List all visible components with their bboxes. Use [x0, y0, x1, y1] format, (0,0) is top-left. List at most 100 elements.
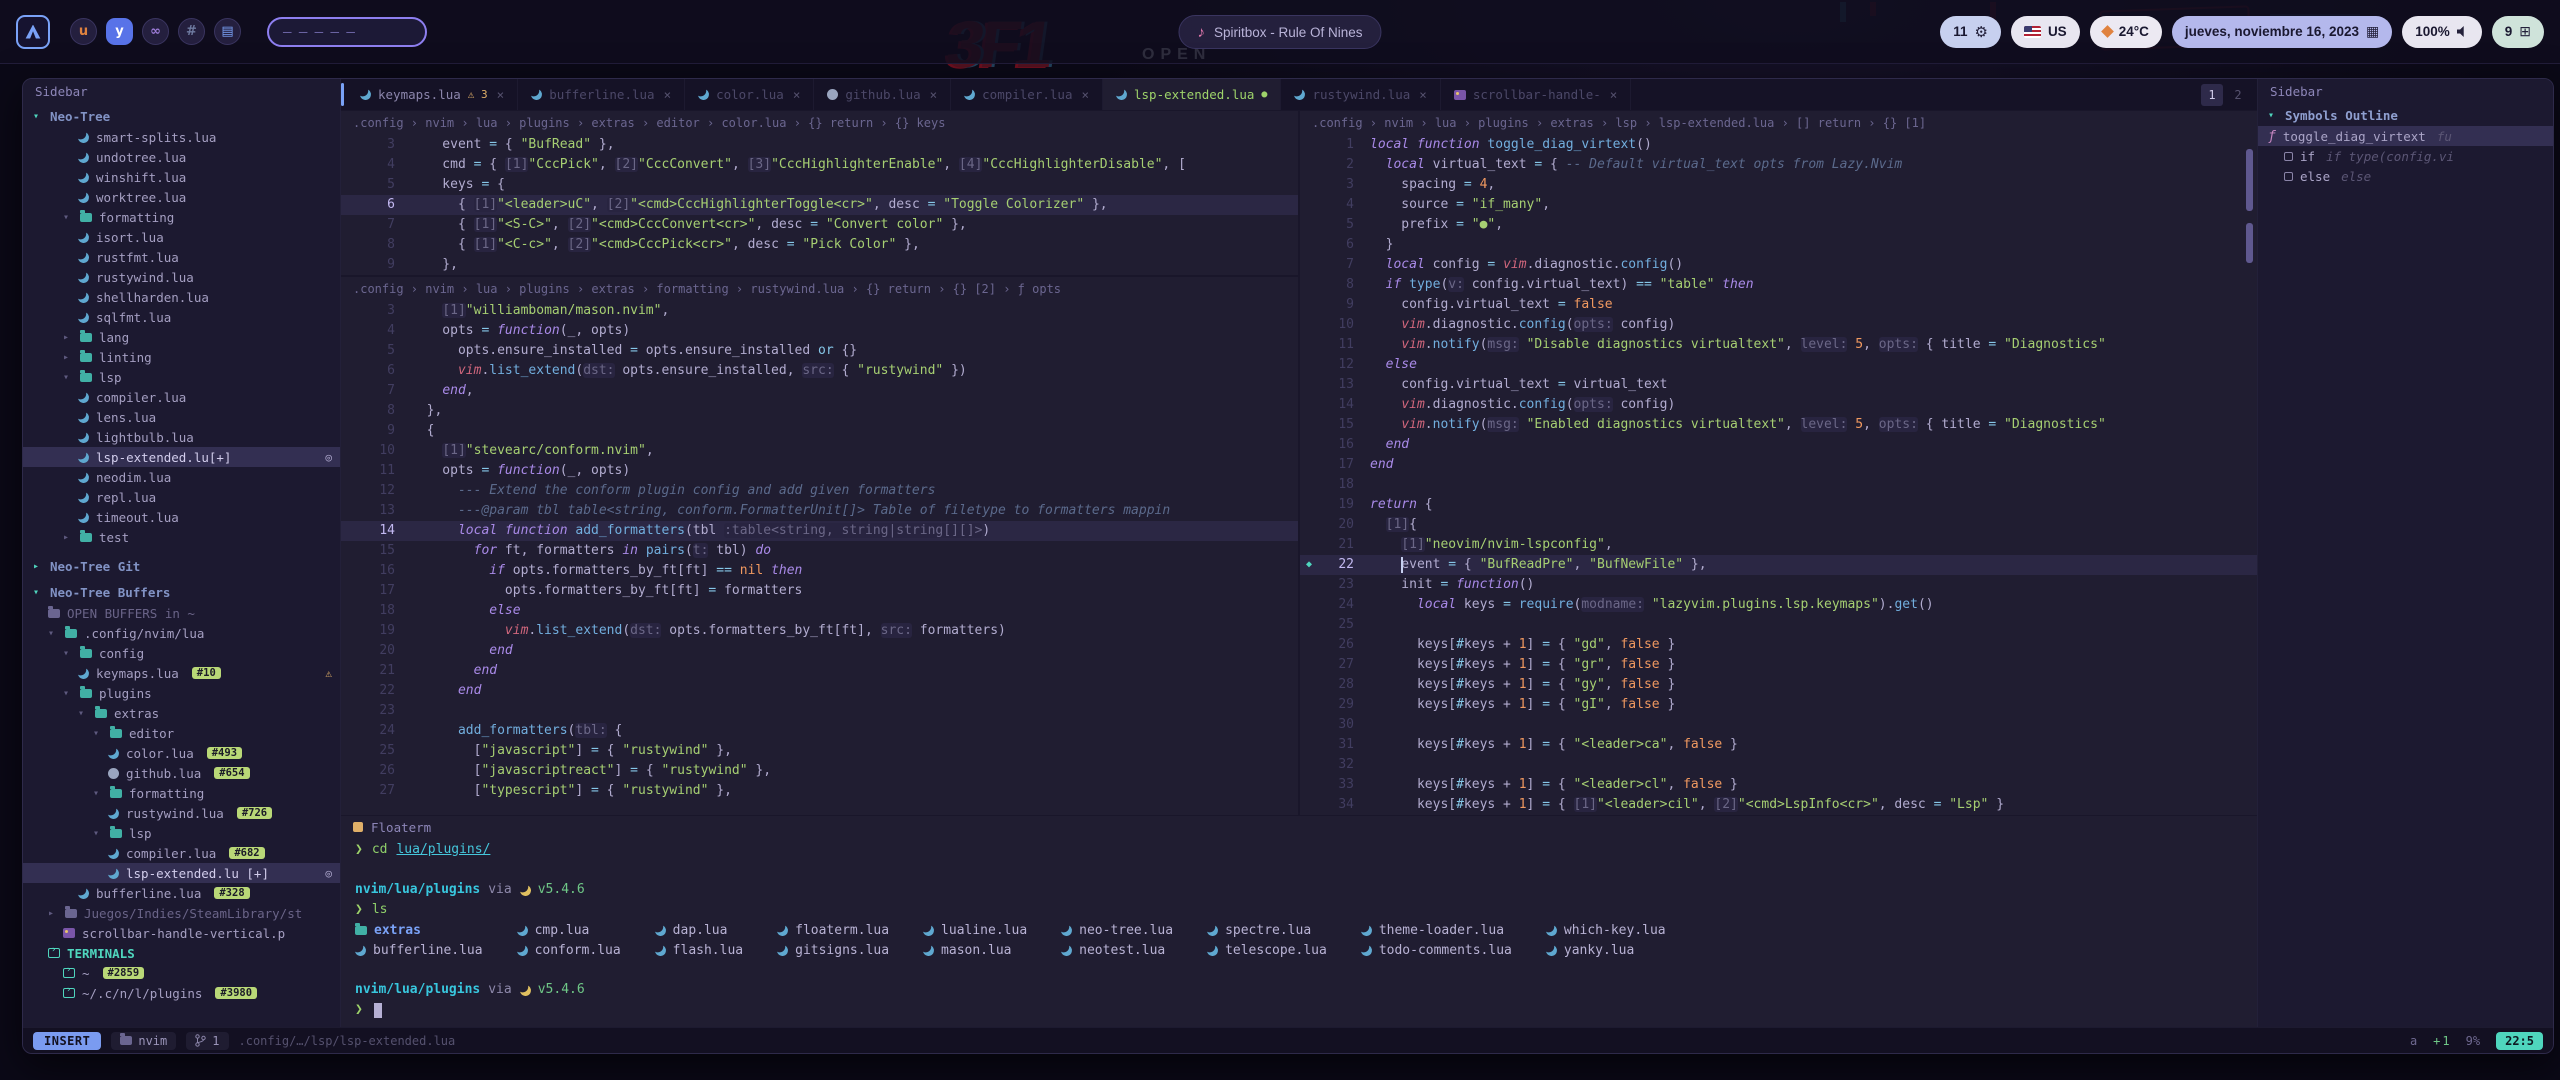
- tree-item[interactable]: TERMINALS: [23, 943, 340, 963]
- code-line[interactable]: 7 local config = vim.diagnostic.config(): [1300, 255, 2257, 275]
- code-line[interactable]: 3 spacing = 4,: [1300, 175, 2257, 195]
- code-line[interactable]: 31 keys[#keys + 1] = { "<leader>ca", fal…: [1300, 735, 2257, 755]
- code-line[interactable]: 10 [1]"stevearc/conform.nvim",: [341, 441, 1298, 461]
- code-line[interactable]: 9 {: [341, 421, 1298, 441]
- code-line[interactable]: 4 opts = function(_, opts): [341, 321, 1298, 341]
- code-line[interactable]: 13 ---@param tbl table<string, conform.F…: [341, 501, 1298, 521]
- code-line[interactable]: 28 keys[#keys + 1] = { "gy", false }: [1300, 675, 2257, 695]
- code-line[interactable]: 19 vim.list_extend(dst: opts.formatters_…: [341, 621, 1298, 641]
- code-line[interactable]: 34 keys[#keys + 1] = { [1]"<leader>cil",…: [1300, 795, 2257, 815]
- code-line[interactable]: 24 add_formatters(tbl: {: [341, 721, 1298, 741]
- tree-item[interactable]: github.lua#654: [23, 763, 340, 783]
- buffer-tab[interactable]: github.lua×: [814, 79, 951, 110]
- code-line[interactable]: 7 { [1]"<S-C>", [2]"<cmd>CccConvert<cr>"…: [341, 215, 1298, 235]
- code-line[interactable]: 16 if opts.formatters_by_ft[ft] == nil t…: [341, 561, 1298, 581]
- tree-item[interactable]: ~/.c/n/l/plugins#3980: [23, 983, 340, 1003]
- code-line[interactable]: 5 keys = {: [341, 175, 1298, 195]
- code-line[interactable]: 33 keys[#keys + 1] = { "<leader>cl", fal…: [1300, 775, 2257, 795]
- tree-item[interactable]: timeout.lua: [23, 507, 340, 527]
- updates-widget[interactable]: 11 ⚙: [1940, 16, 2001, 48]
- code-line[interactable]: 18: [1300, 475, 2257, 495]
- code-line[interactable]: ◆22 event = { "BufReadPre", "BufNewFile"…: [1300, 555, 2257, 575]
- code-line[interactable]: 20 [1]{: [1300, 515, 2257, 535]
- date-widget[interactable]: jueves, noviembre 16, 2023 ▦: [2172, 16, 2392, 48]
- tree-item[interactable]: winshift.lua: [23, 167, 340, 187]
- tree-item[interactable]: ▾config: [23, 643, 340, 663]
- tree-item[interactable]: smart-splits.lua: [23, 127, 340, 147]
- code-line[interactable]: 19return {: [1300, 495, 2257, 515]
- close-icon[interactable]: ×: [1610, 87, 1618, 102]
- code-line[interactable]: 5 prefix = "●",: [1300, 215, 2257, 235]
- volume-widget[interactable]: 100%: [2402, 16, 2482, 48]
- code-line[interactable]: 20 end: [341, 641, 1298, 661]
- code-line[interactable]: 18 else: [341, 601, 1298, 621]
- tree-item[interactable]: worktree.lua: [23, 187, 340, 207]
- outline-symbol[interactable]: ƒtoggle_diag_virtextfu: [2258, 126, 2553, 146]
- tree-item[interactable]: ▸lang: [23, 327, 340, 347]
- neotree-git-header[interactable]: ▸ Neo-Tree Git: [23, 555, 340, 577]
- tree-item[interactable]: ~#2859: [23, 963, 340, 983]
- code-line[interactable]: 7 end,: [341, 381, 1298, 401]
- tab-page-button[interactable]: 2: [2227, 84, 2249, 106]
- tree-item[interactable]: ▾extras: [23, 703, 340, 723]
- tree-item[interactable]: ▸linting: [23, 347, 340, 367]
- code-line[interactable]: 25 ["javascript"] = { "rustywind" },: [341, 741, 1298, 761]
- tree-item[interactable]: ▾formatting: [23, 207, 340, 227]
- tree-item[interactable]: compiler.lua: [23, 387, 340, 407]
- floaterm-panel[interactable]: Floaterm ❯cdlua/plugins/nvim/lua/plugins…: [341, 815, 2257, 1027]
- buffer-tab[interactable]: bufferline.lua×: [518, 79, 685, 110]
- code-line[interactable]: 6 { [1]"<leader>uC", [2]"<cmd>CccHighlig…: [341, 195, 1298, 215]
- outline-symbol[interactable]: elseelse: [2258, 166, 2553, 186]
- screen-widget[interactable]: 9 ⊞: [2492, 16, 2544, 48]
- buffer-tab[interactable]: lsp-extended.lua●: [1103, 79, 1281, 110]
- tab-page-button[interactable]: 1: [2201, 84, 2223, 106]
- buffer-tab[interactable]: scrollbar-handle-×: [1441, 79, 1631, 110]
- tree-item[interactable]: ▾formatting: [23, 783, 340, 803]
- outline-symbol[interactable]: ifif type(config.vi: [2258, 146, 2553, 166]
- code-line[interactable]: 5 opts.ensure_installed = opts.ensure_in…: [341, 341, 1298, 361]
- tree-item[interactable]: repl.lua: [23, 487, 340, 507]
- tree-item[interactable]: sqlfmt.lua: [23, 307, 340, 327]
- code-line[interactable]: 3 [1]"williamboman/mason.nvim",: [341, 301, 1298, 321]
- code-line[interactable]: 2 local virtual_text = { -- Default virt…: [1300, 155, 2257, 175]
- now-playing-widget[interactable]: ♪ Spiritbox - Rule Of Nines: [1178, 15, 1381, 49]
- tree-item[interactable]: lsp-extended.lu [+]◎: [23, 863, 340, 883]
- workspace-button[interactable]: ▤: [214, 18, 241, 45]
- editor-pane-lsp-extended-lua[interactable]: .config › nvim › lua › plugins › extras …: [1300, 111, 2257, 815]
- tree-item[interactable]: isort.lua: [23, 227, 340, 247]
- scrollbar-handle[interactable]: [2246, 149, 2253, 211]
- code-line[interactable]: 14 local function add_formatters(tbl :ta…: [341, 521, 1298, 541]
- close-icon[interactable]: ×: [497, 87, 505, 102]
- code-line[interactable]: 10 vim.diagnostic.config(opts: config): [1300, 315, 2257, 335]
- close-icon[interactable]: ×: [664, 87, 672, 102]
- code-area[interactable]: 3 event = { "BufRead" },4 cmd = { [1]"Cc…: [341, 135, 1298, 275]
- tree-item[interactable]: rustywind.lua#726: [23, 803, 340, 823]
- code-line[interactable]: 9 },: [341, 255, 1298, 275]
- code-line[interactable]: 16 end: [1300, 435, 2257, 455]
- code-line[interactable]: 22 end: [341, 681, 1298, 701]
- code-line[interactable]: 14 vim.diagnostic.config(opts: config): [1300, 395, 2257, 415]
- tree-item[interactable]: ▾lsp: [23, 823, 340, 843]
- editor-pane-color-lua[interactable]: .config › nvim › lua › plugins › extras …: [341, 111, 1298, 277]
- tree-item[interactable]: undotree.lua: [23, 147, 340, 167]
- code-line[interactable]: 24 local keys = require(modname: "lazyvi…: [1300, 595, 2257, 615]
- scrollbar-handle[interactable]: [2246, 223, 2253, 263]
- code-line[interactable]: 23 init = function(): [1300, 575, 2257, 595]
- code-line[interactable]: 32: [1300, 755, 2257, 775]
- code-line[interactable]: 21 end: [341, 661, 1298, 681]
- workspace-button[interactable]: #: [178, 18, 205, 45]
- code-line[interactable]: 9 config.virtual_text = false: [1300, 295, 2257, 315]
- code-line[interactable]: 11 vim.notify(msg: "Disable diagnostics …: [1300, 335, 2257, 355]
- close-icon[interactable]: ×: [1419, 87, 1427, 102]
- code-line[interactable]: 4 cmd = { [1]"CccPick", [2]"CccConvert",…: [341, 155, 1298, 175]
- tree-item[interactable]: ▸test: [23, 527, 340, 547]
- tree-item[interactable]: keymaps.lua#10⚠: [23, 663, 340, 683]
- code-line[interactable]: 15 for ft, formatters in pairs(t: tbl) d…: [341, 541, 1298, 561]
- tree-item[interactable]: scrollbar-handle-vertical.p: [23, 923, 340, 943]
- code-line[interactable]: 27 ["typescript"] = { "rustywind" },: [341, 781, 1298, 801]
- launcher-prompt[interactable]: ─ ─ ─ ─ ─: [267, 17, 427, 47]
- weather-widget[interactable]: 24°C: [2090, 16, 2162, 48]
- tree-item[interactable]: rustfmt.lua: [23, 247, 340, 267]
- tree-item[interactable]: lens.lua: [23, 407, 340, 427]
- workspace-button[interactable]: u: [70, 18, 97, 45]
